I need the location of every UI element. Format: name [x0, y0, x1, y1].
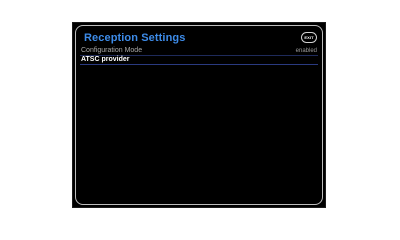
page-title: Reception Settings: [84, 32, 186, 44]
menu-item-atsc-provider[interactable]: ATSC provider: [80, 56, 318, 65]
menu-item-label: ATSC provider: [81, 56, 130, 63]
reception-settings-panel: Reception Settings EXIT Configuration Mo…: [75, 25, 323, 205]
menu-item-configuration-mode[interactable]: Configuration Mode enabled: [80, 47, 318, 56]
exit-button[interactable]: EXIT: [301, 32, 317, 43]
menu-item-label: Configuration Mode: [81, 47, 143, 54]
settings-menu: Configuration Mode enabled ATSC provider: [80, 47, 318, 65]
tv-screen: Reception Settings EXIT Configuration Mo…: [72, 22, 326, 208]
menu-item-value: enabled: [295, 48, 317, 54]
